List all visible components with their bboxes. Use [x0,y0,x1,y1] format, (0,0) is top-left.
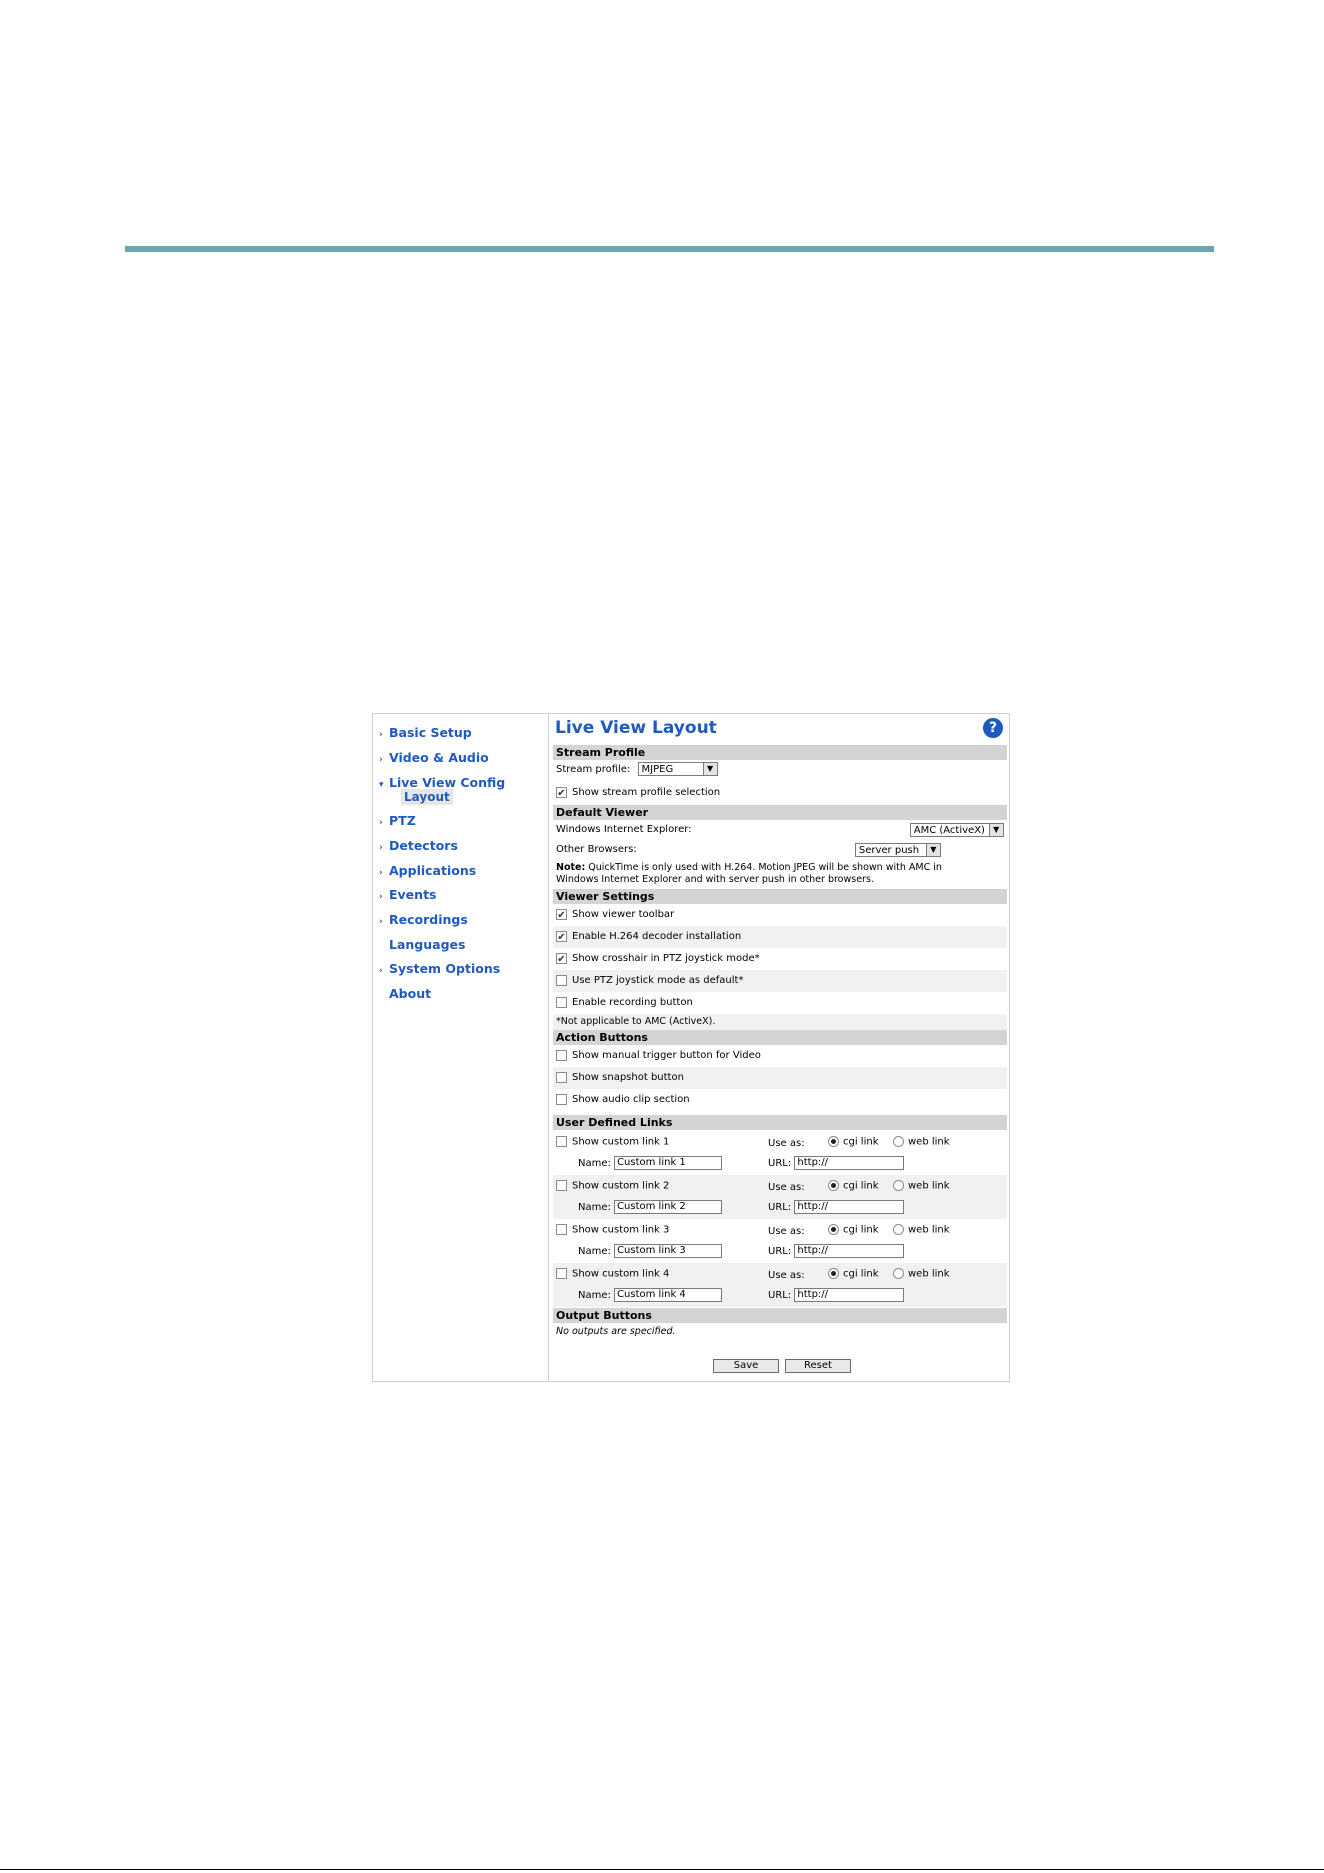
viewer-setting-row: ✔ Enable H.264 decoder installation [553,926,1007,948]
sidebar-item-video-audio[interactable]: › Video & Audio [379,749,489,767]
audio-clip-checkbox[interactable] [556,1093,567,1105]
other-viewer-label: Other Browsers: [556,844,637,855]
main-panel: Live View Layout ? Stream Profile Stream… [553,714,1007,1381]
viewer-note: Note: QuickTime is only used with H.264.… [556,862,942,885]
web-link-radio[interactable] [893,1268,904,1279]
sidebar-item-about[interactable]: About [379,985,431,1003]
viewer-setting-row: ✔ Show crosshair in PTZ joystick mode* [556,952,760,965]
sidebar-item-system-options[interactable]: › System Options [379,960,500,978]
ie-viewer-select[interactable]: AMC (ActiveX) ▼ [909,823,1004,837]
custom-link-name-input[interactable]: Custom link 3 [614,1244,723,1258]
sidebar-item-events[interactable]: › Events [379,886,436,904]
joystick-default-checkbox[interactable] [556,974,567,986]
chevron-right-icon: › [379,755,383,765]
chevron-down-icon: ▼ [702,763,717,775]
sidebar-item-detectors[interactable]: › Detectors [379,837,458,855]
no-outputs-text: No outputs are specified. [556,1326,676,1337]
section-stream-profile: Stream Profile [553,745,1007,760]
section-default-viewer: Default Viewer [553,805,1007,820]
other-viewer-select[interactable]: Server push ▼ [854,843,941,857]
bottom-rule [0,1869,1324,1870]
show-custom-link-checkbox[interactable] [556,1136,567,1147]
cgi-link-radio[interactable] [828,1136,839,1147]
viewer-settings-footnote: *Not applicable to AMC (ActiveX). [553,1014,1007,1030]
chevron-right-icon: › [379,917,383,927]
chevron-right-icon: › [379,868,383,878]
show-custom-link-checkbox[interactable] [556,1180,567,1191]
stream-profile-row: Stream profile: MJPEG ▼ [553,761,1007,779]
section-viewer-settings: Viewer Settings [553,889,1007,904]
custom-link-block: Show custom link 4 Use as: cgi link web … [553,1263,1007,1307]
sidebar-item-ptz[interactable]: › PTZ [379,812,416,830]
reset-button[interactable]: Reset [785,1359,851,1373]
show-stream-profile-checkbox[interactable]: ✔ [556,786,567,799]
chevron-right-icon: › [379,818,383,828]
viewer-setting-row: Use PTZ joystick mode as default* [553,970,1007,992]
show-custom-link-checkbox[interactable] [556,1224,567,1235]
ie-viewer-label: Windows Internet Explorer: [556,824,692,835]
custom-link-name-input[interactable]: Custom link 2 [614,1200,723,1214]
section-user-defined-links: User Defined Links [553,1115,1007,1130]
sidebar-item-languages[interactable]: Languages [379,936,465,954]
cgi-link-radio[interactable] [828,1268,839,1279]
chevron-down-icon: ▼ [988,824,1003,836]
save-button[interactable]: Save [713,1359,779,1373]
web-link-radio[interactable] [893,1136,904,1147]
ie-viewer-row: Windows Internet Explorer: AMC (ActiveX)… [553,822,1007,838]
chevron-right-icon: › [379,730,383,740]
custom-link-url-input[interactable]: http:// [794,1244,905,1258]
show-custom-link-checkbox[interactable] [556,1268,567,1279]
custom-link-name-input[interactable]: Custom link 4 [614,1288,723,1302]
h264-decoder-checkbox[interactable]: ✔ [556,930,567,943]
chevron-down-icon: ▼ [925,844,940,856]
top-rule [125,246,1214,252]
web-link-radio[interactable] [893,1180,904,1191]
custom-link-url-input[interactable]: http:// [794,1200,905,1214]
sidebar-subitem-layout[interactable]: Layout [401,789,453,805]
chevron-right-icon: › [379,966,383,976]
viewer-setting-row: ✔ Show viewer toolbar [556,908,675,921]
help-icon[interactable]: ? [983,718,1003,738]
action-button-row: Show snapshot button [553,1067,1007,1089]
custom-link-name-input[interactable]: Custom link 1 [614,1156,723,1170]
recording-button-checkbox[interactable] [556,996,567,1008]
chevron-down-icon: ▾ [379,780,384,790]
sidebar-item-recordings[interactable]: › Recordings [379,911,468,929]
custom-link-block: Show custom link 2 Use as: cgi link web … [553,1175,1007,1219]
other-viewer-row: Other Browsers: Server push ▼ [553,842,1007,858]
custom-link-url-input[interactable]: http:// [794,1288,905,1302]
snapshot-checkbox[interactable] [556,1071,567,1083]
section-output-buttons: Output Buttons [553,1308,1007,1323]
stream-profile-select[interactable]: MJPEG ▼ [637,762,718,776]
stream-profile-label: Stream profile: [556,764,631,775]
cgi-link-radio[interactable] [828,1224,839,1235]
show-toolbar-checkbox[interactable]: ✔ [556,908,567,921]
custom-link-url-input[interactable]: http:// [794,1156,905,1170]
crosshair-checkbox[interactable]: ✔ [556,952,567,965]
chevron-right-icon: › [379,892,383,902]
show-stream-profile-row: ✔ Show stream profile selection [556,786,721,799]
sidebar-item-basic-setup[interactable]: › Basic Setup [379,724,472,742]
custom-link-block: Show custom link 3 Use as: cgi link web … [553,1219,1007,1263]
sidebar-item-applications[interactable]: › Applications [379,862,476,880]
page-title: Live View Layout [555,718,717,738]
web-link-radio[interactable] [893,1224,904,1235]
manual-trigger-checkbox[interactable] [556,1049,567,1061]
chevron-right-icon: › [379,843,383,853]
sidebar-nav: › Basic Setup › Video & Audio ▾ Live View C… [373,714,549,1381]
action-button-row: Show manual trigger button for Video [553,1045,1007,1067]
custom-link-block: Show custom link 1 Use as: cgi link web … [553,1131,1007,1175]
settings-window: › Basic Setup › Video & Audio ▾ Live View C… [372,713,1010,1382]
viewer-setting-row: Enable recording button [553,992,1007,1014]
cgi-link-radio[interactable] [828,1180,839,1191]
action-button-row: Show audio clip section [553,1089,1007,1111]
section-action-buttons: Action Buttons [553,1030,1007,1045]
